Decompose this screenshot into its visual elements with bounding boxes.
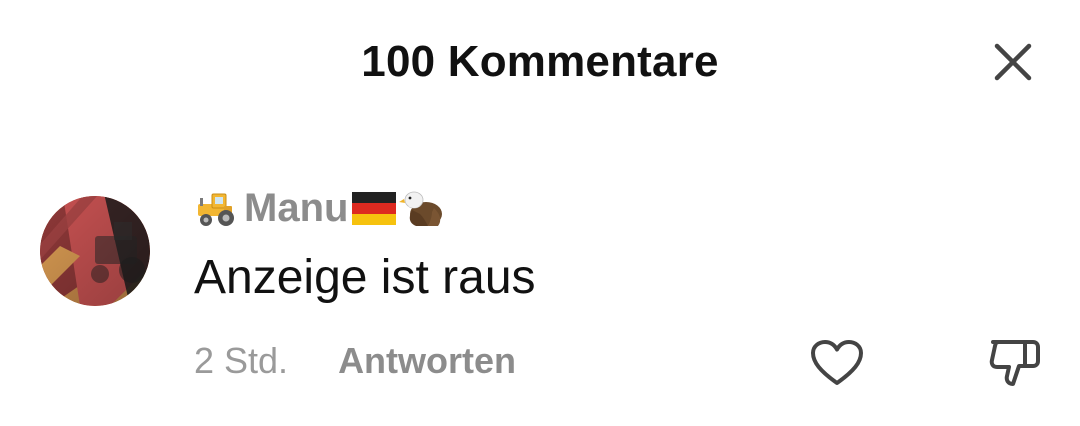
comment-text: Anzeige ist raus (194, 251, 536, 304)
comment-item: Manu Anzeige ist raus 2 Std. Antworten (0, 0, 1080, 426)
germany-flag-icon (352, 192, 397, 225)
heart-icon (811, 340, 863, 385)
comment-meta: 2 Std. Antworten (194, 336, 516, 386)
avatar-image (40, 196, 150, 306)
avatar[interactable] (40, 196, 150, 306)
reply-button[interactable]: Antworten (338, 336, 516, 386)
like-button[interactable] (806, 334, 868, 392)
username: Manu (244, 186, 349, 230)
thumbs-down-icon (989, 340, 1040, 386)
comment-timestamp: 2 Std. (194, 340, 289, 381)
comments-sheet: 100 Kommentare Manu Anzeige ist raus 2 S… (0, 0, 1080, 426)
tractor-emoji-icon (198, 193, 234, 226)
eagle-icon (399, 191, 443, 226)
username-row[interactable]: Manu (194, 180, 446, 236)
dislike-button[interactable] (982, 330, 1048, 394)
